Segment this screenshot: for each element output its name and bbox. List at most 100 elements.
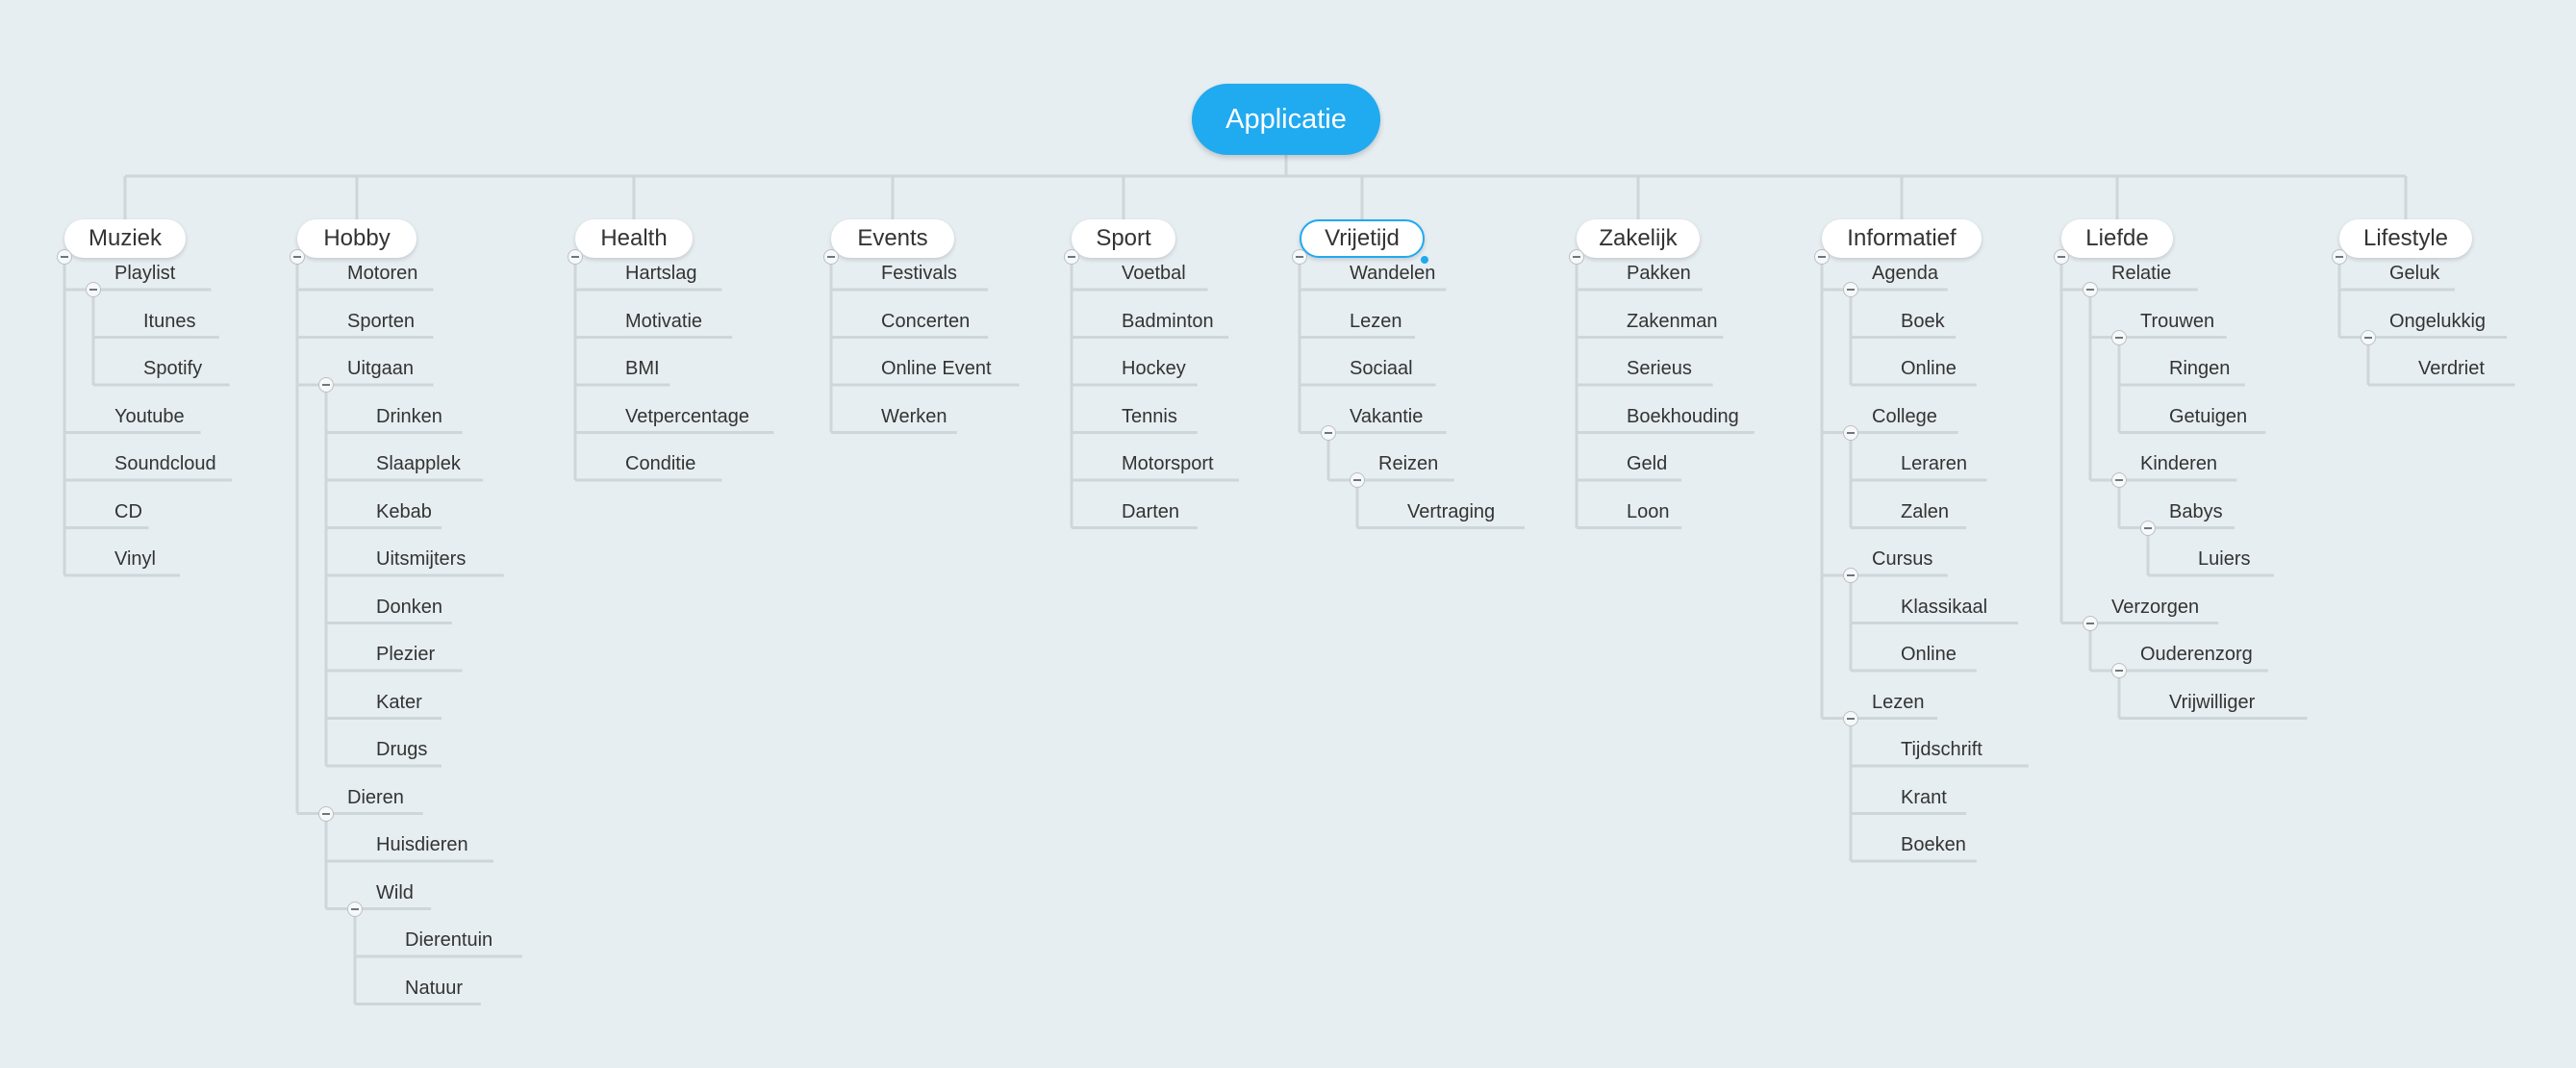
collapse-toggle-icon[interactable] bbox=[1292, 249, 1307, 265]
topic-tijdschrift[interactable]: Tijdschrift bbox=[1901, 735, 1983, 764]
topic-cd[interactable]: CD bbox=[114, 497, 142, 526]
topic-huisdieren[interactable]: Huisdieren bbox=[376, 830, 468, 859]
topic-plezier[interactable]: Plezier bbox=[376, 640, 435, 669]
branch-vrijetijd[interactable]: Vrijetijd bbox=[1300, 219, 1425, 258]
topic-badminton[interactable]: Badminton bbox=[1122, 307, 1214, 336]
topic-dieren[interactable]: Dieren bbox=[347, 783, 404, 812]
topic-hockey[interactable]: Hockey bbox=[1122, 354, 1186, 383]
topic-sociaal[interactable]: Sociaal bbox=[1350, 354, 1413, 383]
topic-trouwen[interactable]: Trouwen bbox=[2140, 307, 2214, 336]
branch-muziek[interactable]: Muziek bbox=[64, 219, 186, 258]
topic-vetpercentage[interactable]: Vetpercentage bbox=[625, 402, 749, 431]
collapse-toggle-icon[interactable] bbox=[1350, 472, 1365, 488]
topic-vinyl[interactable]: Vinyl bbox=[114, 545, 156, 573]
branch-informatief[interactable]: Informatief bbox=[1822, 219, 1982, 258]
topic-kater[interactable]: Kater bbox=[376, 688, 422, 717]
topic-motivatie[interactable]: Motivatie bbox=[625, 307, 702, 336]
collapse-toggle-icon[interactable] bbox=[2111, 472, 2127, 488]
topic-geld[interactable]: Geld bbox=[1627, 449, 1667, 478]
topic-babys[interactable]: Babys bbox=[2169, 497, 2223, 526]
topic-agenda[interactable]: Agenda bbox=[1872, 259, 1938, 288]
topic-vertraging[interactable]: Vertraging bbox=[1407, 497, 1495, 526]
collapse-toggle-icon[interactable] bbox=[1843, 424, 1858, 441]
topic-luiers[interactable]: Luiers bbox=[2198, 545, 2250, 573]
collapse-toggle-icon[interactable] bbox=[1064, 249, 1079, 265]
branch-health[interactable]: Health bbox=[575, 219, 693, 258]
topic-lezen[interactable]: Lezen bbox=[1350, 307, 1402, 336]
collapse-toggle-icon[interactable] bbox=[2332, 249, 2347, 265]
topic-kinderen[interactable]: Kinderen bbox=[2140, 449, 2217, 478]
collapse-toggle-icon[interactable] bbox=[290, 249, 305, 265]
topic-drugs[interactable]: Drugs bbox=[376, 735, 427, 764]
collapse-toggle-icon[interactable] bbox=[823, 249, 839, 265]
topic-soundcloud[interactable]: Soundcloud bbox=[114, 449, 216, 478]
topic-reizen[interactable]: Reizen bbox=[1378, 449, 1438, 478]
collapse-toggle-icon[interactable] bbox=[1843, 710, 1858, 726]
topic-vrijwilliger[interactable]: Vrijwilliger bbox=[2169, 688, 2255, 717]
topic-ouderenzorg[interactable]: Ouderenzorg bbox=[2140, 640, 2253, 669]
topic-hartslag[interactable]: Hartslag bbox=[625, 259, 696, 288]
topic-festivals[interactable]: Festivals bbox=[881, 259, 957, 288]
topic-donken[interactable]: Donken bbox=[376, 593, 442, 622]
topic-getuigen[interactable]: Getuigen bbox=[2169, 402, 2247, 431]
topic-zakenman[interactable]: Zakenman bbox=[1627, 307, 1718, 336]
topic-uitsmijters[interactable]: Uitsmijters bbox=[376, 545, 466, 573]
collapse-toggle-icon[interactable] bbox=[568, 249, 583, 265]
branch-hobby[interactable]: Hobby bbox=[297, 219, 417, 258]
branch-zakelijk[interactable]: Zakelijk bbox=[1577, 219, 1700, 258]
collapse-toggle-icon[interactable] bbox=[2111, 329, 2127, 345]
topic-boek[interactable]: Boek bbox=[1901, 307, 1945, 336]
topic-wandelen[interactable]: Wandelen bbox=[1350, 259, 1435, 288]
topic-itunes[interactable]: Itunes bbox=[143, 307, 195, 336]
root-node[interactable]: Applicatie bbox=[1192, 84, 1380, 155]
topic-sporten[interactable]: Sporten bbox=[347, 307, 415, 336]
collapse-toggle-icon[interactable] bbox=[2083, 282, 2098, 297]
topic-playlist[interactable]: Playlist bbox=[114, 259, 175, 288]
topic-serieus[interactable]: Serieus bbox=[1627, 354, 1692, 383]
collapse-toggle-icon[interactable] bbox=[2054, 249, 2069, 265]
collapse-toggle-icon[interactable] bbox=[2111, 663, 2127, 678]
topic-vakantie[interactable]: Vakantie bbox=[1350, 402, 1423, 431]
collapse-toggle-icon[interactable] bbox=[1814, 249, 1830, 265]
topic-bmi[interactable]: BMI bbox=[625, 354, 660, 383]
topic-relatie[interactable]: Relatie bbox=[2111, 259, 2171, 288]
topic-geluk[interactable]: Geluk bbox=[2389, 259, 2439, 288]
topic-verzorgen[interactable]: Verzorgen bbox=[2111, 593, 2199, 622]
branch-lifestyle[interactable]: Lifestyle bbox=[2339, 219, 2472, 258]
topic-zalen[interactable]: Zalen bbox=[1901, 497, 1949, 526]
collapse-toggle-icon[interactable] bbox=[318, 377, 334, 393]
branch-sport[interactable]: Sport bbox=[1072, 219, 1175, 258]
topic-loon[interactable]: Loon bbox=[1627, 497, 1670, 526]
collapse-toggle-icon[interactable] bbox=[1321, 424, 1336, 441]
topic-pakken[interactable]: Pakken bbox=[1627, 259, 1691, 288]
topic-boeken[interactable]: Boeken bbox=[1901, 830, 1966, 859]
collapse-toggle-icon[interactable] bbox=[2140, 520, 2156, 536]
collapse-toggle-icon[interactable] bbox=[1843, 282, 1858, 297]
topic-college[interactable]: College bbox=[1872, 402, 1937, 431]
collapse-toggle-icon[interactable] bbox=[318, 805, 334, 822]
topic-spotify[interactable]: Spotify bbox=[143, 354, 202, 383]
collapse-toggle-icon[interactable] bbox=[347, 901, 363, 917]
topic-dierentuin[interactable]: Dierentuin bbox=[405, 926, 492, 954]
topic-boekhouding[interactable]: Boekhouding bbox=[1627, 402, 1739, 431]
topic-leraren[interactable]: Leraren bbox=[1901, 449, 1967, 478]
topic-slaapplek[interactable]: Slaapplek bbox=[376, 449, 461, 478]
topic-motorsport[interactable]: Motorsport bbox=[1122, 449, 1214, 478]
collapse-toggle-icon[interactable] bbox=[1843, 568, 1858, 583]
topic-tennis[interactable]: Tennis bbox=[1122, 402, 1177, 431]
topic-uitgaan[interactable]: Uitgaan bbox=[347, 354, 414, 383]
topic-cursus[interactable]: Cursus bbox=[1872, 545, 1932, 573]
topic-lezen[interactable]: Lezen bbox=[1872, 688, 1925, 717]
topic-ongelukkig[interactable]: Ongelukkig bbox=[2389, 307, 2486, 336]
topic-concerten[interactable]: Concerten bbox=[881, 307, 970, 336]
topic-voetbal[interactable]: Voetbal bbox=[1122, 259, 1186, 288]
collapse-toggle-icon[interactable] bbox=[86, 282, 101, 297]
branch-liefde[interactable]: Liefde bbox=[2061, 219, 2173, 258]
topic-ringen[interactable]: Ringen bbox=[2169, 354, 2230, 383]
collapse-toggle-icon[interactable] bbox=[1569, 249, 1584, 265]
branch-events[interactable]: Events bbox=[831, 219, 954, 258]
topic-klassikaal[interactable]: Klassikaal bbox=[1901, 593, 1987, 622]
topic-krant[interactable]: Krant bbox=[1901, 783, 1947, 812]
topic-online-event[interactable]: Online Event bbox=[881, 354, 992, 383]
collapse-toggle-icon[interactable] bbox=[2361, 329, 2376, 345]
